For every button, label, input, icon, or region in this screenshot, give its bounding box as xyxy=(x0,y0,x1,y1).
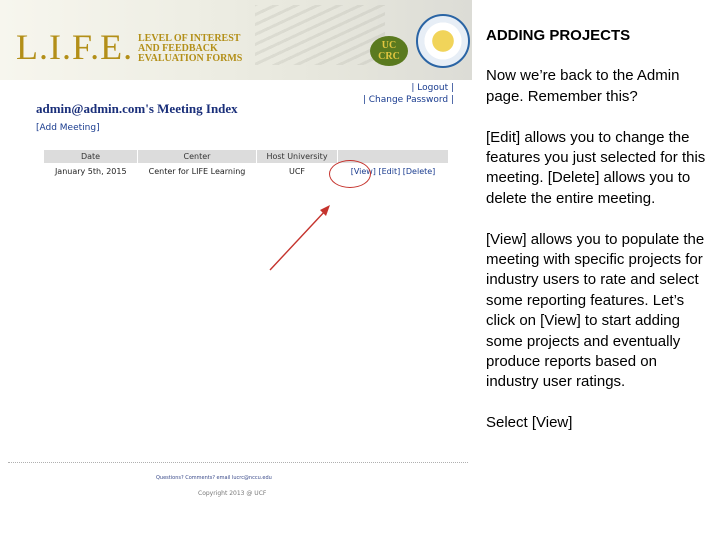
footer-copyright: Copyright 2013 @ UCF xyxy=(198,490,267,497)
panel-heading: ADDING PROJECTS xyxy=(486,27,631,44)
panel-paragraph: [Edit] allows you to change the features… xyxy=(486,128,706,207)
footer-divider xyxy=(8,462,468,463)
panel-paragraph: [View] allows you to populate the meetin… xyxy=(486,230,705,391)
instruction-panel: ADDING PROJECTS Now we’re back to the Ad… xyxy=(486,26,712,454)
panel-paragraph: Now we’re back to the Admin page. Rememb… xyxy=(486,67,680,105)
panel-paragraph: Select [View] xyxy=(486,414,573,432)
pointer-arrow-icon xyxy=(269,205,330,271)
footer-contact: Questions? Comments? email lucrc@nccu.ed… xyxy=(156,475,272,481)
admin-screenshot: L.I.F.E. LEVEL OF INTEREST AND FEEDBACK … xyxy=(0,0,472,505)
